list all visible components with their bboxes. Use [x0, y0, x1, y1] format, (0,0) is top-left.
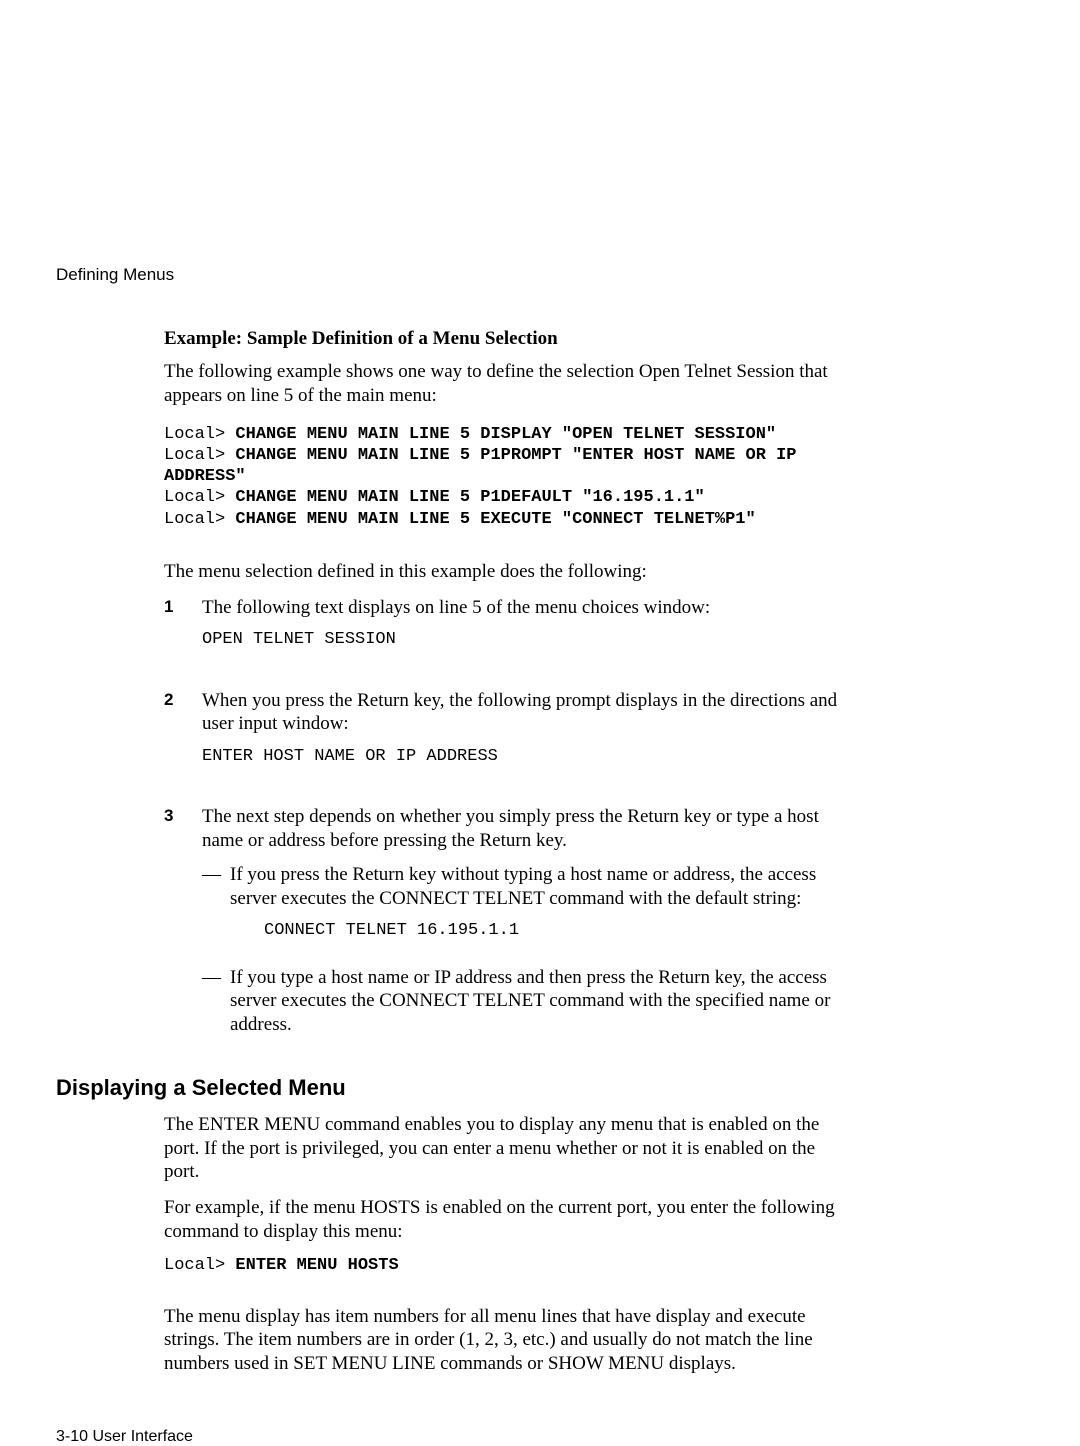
- paragraph: The menu display has item numbers for al…: [164, 1305, 854, 1376]
- prompt: Local>: [164, 488, 225, 507]
- code-line: Local> ENTER MENU HOSTS: [164, 1256, 854, 1275]
- page-footer: 3-10 User Interface: [56, 1428, 854, 1446]
- code-block: Local> CHANGE MENU MAIN LINE 5 DISPLAY "…: [164, 424, 854, 530]
- step-number: 1: [164, 596, 202, 677]
- running-header: Defining Menus: [56, 265, 854, 285]
- list-item: 1 The following text displays on line 5 …: [164, 596, 854, 677]
- list-item: — If you press the Return key without ty…: [202, 863, 854, 956]
- prompt: Local>: [164, 510, 225, 529]
- bullet-text: If you type a host name or IP address an…: [230, 966, 854, 1037]
- menu-selection-intro: The menu selection defined in this examp…: [164, 560, 854, 584]
- paragraph: The ENTER MENU command enables you to di…: [164, 1113, 854, 1184]
- bullet-icon: —: [202, 966, 230, 1037]
- step-text: When you press the Return key, the follo…: [202, 689, 854, 737]
- paragraph: For example, if the menu HOSTS is enable…: [164, 1196, 854, 1244]
- step-text: The following text displays on line 5 of…: [202, 596, 854, 620]
- example-intro: The following example shows one way to d…: [164, 360, 854, 408]
- bullet-list: — If you press the Return key without ty…: [202, 863, 854, 1037]
- list-item: 2 When you press the Return key, the fol…: [164, 689, 854, 794]
- mono-output: OPEN TELNET SESSION: [202, 629, 854, 650]
- ordered-list: 1 The following text displays on line 5 …: [164, 596, 854, 1047]
- bullet-text: If you press the Return key without typi…: [230, 863, 854, 911]
- prompt: Local>: [164, 425, 225, 444]
- bullet-icon: —: [202, 863, 230, 956]
- cmd-line-2: CHANGE MENU MAIN LINE 5 P1PROMPT "ENTER …: [164, 446, 807, 486]
- list-item: — If you type a host name or IP address …: [202, 966, 854, 1037]
- prompt: Local>: [164, 446, 225, 465]
- step-text: The next step depends on whether you sim…: [202, 805, 854, 853]
- example-heading: Example: Sample Definition of a Menu Sel…: [164, 328, 854, 350]
- list-item: 3 The next step depends on whether you s…: [164, 805, 854, 1047]
- cmd-line-4: CHANGE MENU MAIN LINE 5 EXECUTE "CONNECT…: [235, 510, 755, 529]
- cmd-line-1: CHANGE MENU MAIN LINE 5 DISPLAY "OPEN TE…: [235, 425, 776, 444]
- step-number: 2: [164, 689, 202, 794]
- step-number: 3: [164, 805, 202, 1047]
- mono-output: CONNECT TELNET 16.195.1.1: [264, 920, 854, 941]
- cmd-line-3: CHANGE MENU MAIN LINE 5 P1DEFAULT "16.19…: [235, 488, 704, 507]
- mono-output: ENTER HOST NAME OR IP ADDRESS: [202, 746, 854, 767]
- section-heading: Displaying a Selected Menu: [56, 1075, 854, 1101]
- cmd-enter-menu: ENTER MENU HOSTS: [235, 1256, 398, 1275]
- prompt: Local>: [164, 1256, 225, 1275]
